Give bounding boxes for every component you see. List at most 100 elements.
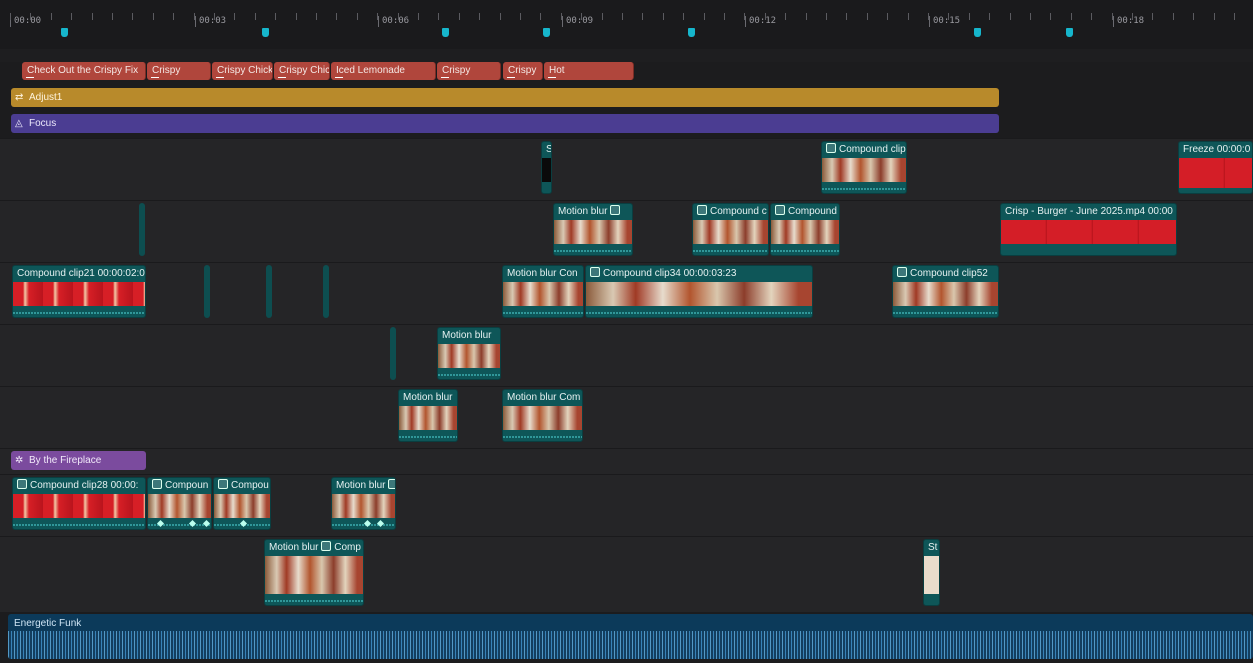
clip-thumbnails	[13, 494, 145, 518]
video-clip[interactable]: Compound c	[692, 203, 769, 256]
sparkle-icon: ✲	[15, 455, 24, 466]
ruler-tick	[459, 13, 460, 20]
marker-icon[interactable]	[688, 28, 695, 37]
text-clip[interactable]: Crispy Chicke	[212, 62, 273, 80]
video-clip[interactable]: Motion blur	[398, 389, 458, 442]
video-clip[interactable]: Freeze 00:00:0	[1178, 141, 1253, 194]
clip-stub[interactable]	[390, 327, 396, 380]
video-clip[interactable]: Compou	[213, 477, 271, 530]
clip-stub[interactable]	[266, 265, 272, 318]
video-clip[interactable]: Motion blur	[331, 477, 396, 530]
effect-clip-fireplace[interactable]: ✲ By the Fireplace	[11, 451, 146, 470]
clip-header: Compound clip	[822, 142, 906, 158]
text-clip-label: Crispy	[442, 65, 471, 76]
clip-header: Compound clip28 00:00:	[13, 478, 145, 494]
track-spacer	[0, 48, 1253, 62]
ruler-tick	[1071, 13, 1072, 20]
compound-clip-icon	[897, 267, 907, 277]
compound-clip-icon	[321, 541, 332, 551]
audio-waveform	[8, 631, 1253, 659]
timeline-ruler[interactable]: 00:00 00:03 00:06 00:09 00:12 00:15 00:1…	[0, 0, 1253, 48]
video-clip[interactable]: Motion blur Com	[502, 389, 583, 442]
ruler-tick	[234, 13, 235, 20]
compound-clip-icon	[590, 267, 600, 277]
effect-label: Focus	[29, 118, 57, 129]
compound-clip-icon	[826, 143, 836, 153]
clip-header: Compoun	[148, 478, 211, 494]
video-clip[interactable]: Motion blur	[553, 203, 633, 256]
text-clip[interactable]: Iced Lemonade	[331, 62, 436, 80]
ruler-tick	[1010, 13, 1011, 20]
ruler-tick	[887, 13, 888, 20]
video-clip[interactable]: Motion blur Comp	[264, 539, 364, 606]
ruler-tick	[1214, 13, 1215, 20]
adjustment-clip[interactable]: ⇄ Adjust1	[11, 88, 999, 107]
video-clip[interactable]: Compound clip21 00:00:02:0	[12, 265, 146, 318]
clip-title: Motion blur Com	[507, 392, 581, 403]
clip-title: St	[928, 542, 938, 553]
video-clip[interactable]: Compoun	[147, 477, 212, 530]
ruler-tick	[765, 13, 766, 20]
marker-icon[interactable]	[442, 28, 449, 37]
text-clip[interactable]: Crispy	[503, 62, 543, 80]
clip-title: Compound clip34 00:00:03:23	[603, 268, 737, 279]
marker-icon[interactable]	[61, 28, 68, 37]
text-clip[interactable]: Crispy Chic	[274, 62, 330, 80]
ruler-tick	[724, 13, 725, 20]
ruler-tick	[683, 13, 684, 20]
video-clip[interactable]: Compound clip52	[892, 265, 999, 318]
marker-icon[interactable]	[543, 28, 550, 37]
ruler-tick	[255, 13, 256, 20]
clip-header: Compound clip34 00:00:03:23	[586, 266, 812, 282]
clip-title: Crisp - Burger - June 2025.mp4 00:00	[1005, 206, 1173, 217]
audio-clip[interactable]: Energetic Funk	[8, 614, 1253, 659]
video-clip[interactable]: Motion blur	[437, 327, 501, 380]
ruler-label: 00:00	[10, 16, 41, 27]
ruler-tick	[275, 13, 276, 20]
video-clip[interactable]: S	[541, 141, 552, 194]
marker-icon[interactable]	[1066, 28, 1073, 37]
text-clip[interactable]: Check Out the Crispy Fix	[22, 62, 146, 80]
clip-title: Comp	[334, 542, 361, 553]
compound-clip-icon	[17, 479, 27, 489]
ruler-tick	[540, 13, 541, 20]
clip-stub[interactable]	[204, 265, 210, 318]
clip-title: Motion blur Con	[507, 268, 578, 279]
video-clip[interactable]: Compound	[770, 203, 840, 256]
sliders-icon: ⇄	[15, 92, 24, 103]
video-clip[interactable]: Compound clip34 00:00:03:23	[585, 265, 813, 318]
video-clip[interactable]: Compound clip	[821, 141, 907, 194]
video-clip[interactable]: Crisp - Burger - June 2025.mp4 00:00	[1000, 203, 1177, 256]
marker-icon[interactable]	[974, 28, 981, 37]
ruler-tick	[92, 13, 93, 20]
clip-header: Motion blur Comp	[265, 540, 363, 556]
ruler-tick	[173, 13, 174, 20]
ruler-label: 00:12	[745, 16, 776, 27]
clip-thumbnails	[771, 220, 839, 244]
effect-label: By the Fireplace	[29, 455, 102, 466]
clip-header: Compound	[771, 204, 839, 220]
marker-icon[interactable]	[262, 28, 269, 37]
ruler-tick	[1152, 13, 1153, 20]
text-clip[interactable]: Crispy	[437, 62, 501, 80]
ruler-label: 00:18	[1113, 16, 1144, 27]
video-track	[0, 324, 1253, 386]
text-clip[interactable]: Crispy	[147, 62, 211, 80]
video-clip[interactable]: St	[923, 539, 940, 606]
clip-thumbnails	[893, 282, 998, 306]
ruler-tick	[1193, 13, 1194, 20]
text-clip[interactable]: Hot	[544, 62, 634, 80]
clip-title: Compound c	[710, 206, 767, 217]
clip-thumbnails	[438, 344, 500, 368]
video-clip[interactable]: Compound clip28 00:00:	[12, 477, 146, 530]
compound-clip-icon	[152, 479, 162, 489]
clip-stub[interactable]	[139, 203, 145, 256]
clip-title: Compound clip28 00:00:	[30, 480, 139, 491]
ruler-tick	[377, 13, 378, 20]
ruler-tick	[10, 13, 11, 20]
clip-title: Compound clip21 00:00:02:0	[17, 268, 145, 279]
clip-thumbnails	[586, 282, 812, 306]
effect-clip-focus[interactable]: ◬ Focus	[11, 114, 999, 133]
video-clip[interactable]: Motion blur Con	[502, 265, 584, 318]
clip-stub[interactable]	[323, 265, 329, 318]
